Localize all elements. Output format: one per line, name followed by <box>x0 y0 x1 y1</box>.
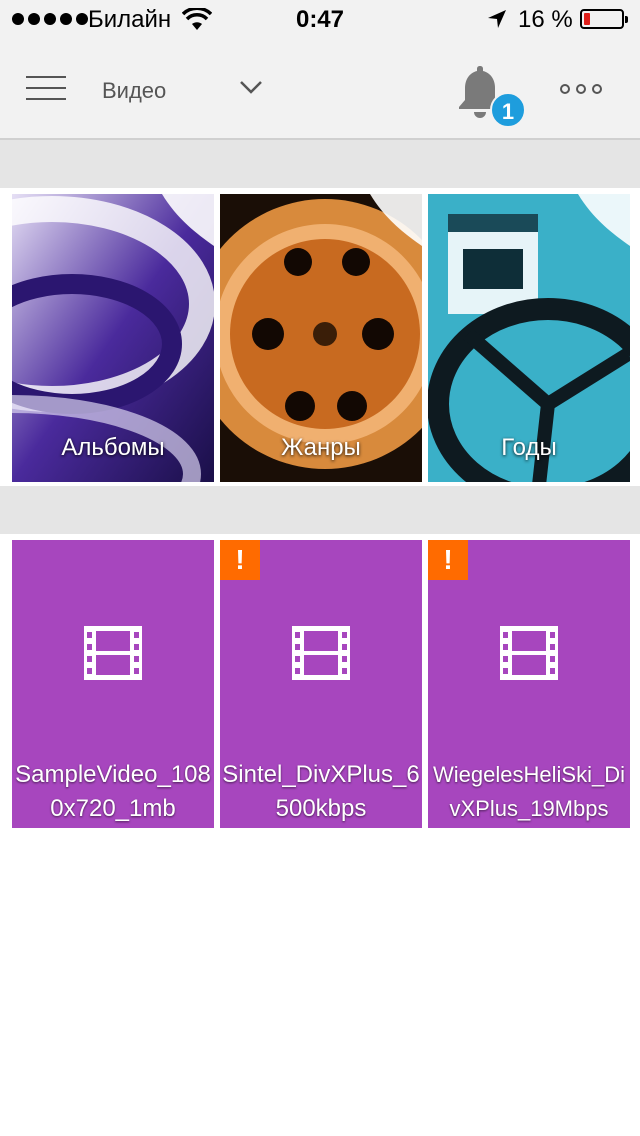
video-tile[interactable]: ! WiegelesHeliSki_DivXPlus_19Mbps <box>428 540 630 828</box>
battery-level <box>584 13 590 25</box>
video-title: SampleVideo_1080x720_1mb <box>15 761 211 822</box>
status-bar: Билайн 0:47 16 % <box>0 0 640 40</box>
battery-percent: 16 % <box>518 6 573 33</box>
location-arrow-icon <box>488 10 506 28</box>
video-tile[interactable]: SampleVideo_1080x720_1mb <box>12 540 214 828</box>
battery-icon <box>580 9 628 29</box>
more-options-icon[interactable] <box>560 84 602 94</box>
video-title: Sintel_DivXPlus_6500kbps <box>222 761 420 822</box>
chevron-down-icon[interactable] <box>238 74 264 100</box>
section-divider <box>0 486 640 534</box>
film-strip-icon <box>292 626 350 680</box>
category-tile-albums[interactable]: Альбомы <box>12 194 214 482</box>
category-label: Годы <box>501 434 557 461</box>
warning-icon: ! <box>220 540 260 580</box>
hamburger-menu-icon[interactable] <box>26 76 66 102</box>
section-divider <box>0 140 640 188</box>
section-title[interactable]: Видео <box>102 78 166 104</box>
video-tile[interactable]: ! Sintel_DivXPlus_6500kbps <box>220 540 422 828</box>
category-label: Альбомы <box>61 434 165 461</box>
app-header: Видео 1 <box>0 40 640 140</box>
category-label: Жанры <box>281 434 361 461</box>
warning-icon: ! <box>428 540 468 580</box>
category-tile-genres[interactable]: Жанры <box>220 194 422 482</box>
film-strip-icon <box>500 626 558 680</box>
notification-badge[interactable]: 1 <box>490 92 526 128</box>
category-tile-years[interactable]: Годы <box>428 194 630 482</box>
film-strip-icon <box>84 626 142 680</box>
video-title: WiegelesHeliSki_DivXPlus_19Mbps <box>433 762 625 821</box>
